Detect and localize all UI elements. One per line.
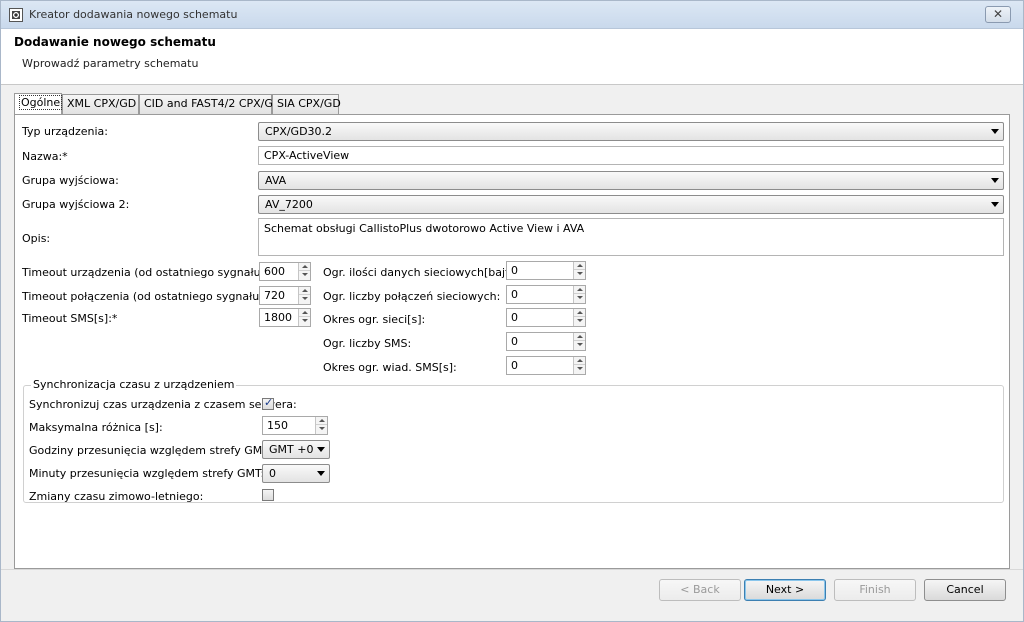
sms-limit-period-spinner[interactable]: 0: [506, 356, 586, 375]
device-type-value: CPX/GD30.2: [265, 125, 333, 138]
dst-checkbox[interactable]: [262, 489, 274, 501]
output-group2-select[interactable]: AV_7200: [258, 195, 1004, 214]
next-button[interactable]: Next >: [744, 579, 826, 601]
net-limit-period-spinner[interactable]: 0: [506, 308, 586, 327]
page-subtitle: Wprowadź parametry schematu: [22, 57, 199, 70]
device-timeout-label: Timeout urządzenia (od ostatniego sygnał…: [22, 266, 289, 279]
spin-up-icon[interactable]: [574, 333, 585, 341]
tab-xml-cpx-gd[interactable]: XML CPX/GD: [62, 94, 139, 114]
window-title: Kreator dodawania nowego schematu: [29, 8, 238, 21]
device-timeout-spinner[interactable]: 600: [259, 262, 311, 281]
chevron-down-icon: [991, 202, 999, 207]
wizard-window: Kreator dodawania nowego schematu ✕ Doda…: [0, 0, 1024, 622]
sms-timeout-spinner[interactable]: 1800: [259, 308, 311, 327]
dst-label: Zmiany czasu zimowo-letniego:: [29, 490, 204, 503]
sms-timeout-value: 1800: [264, 311, 292, 324]
device-timeout-value: 600: [264, 265, 285, 278]
wizard-header: Dodawanie nowego schematu Wprowadź param…: [1, 29, 1023, 85]
time-sync-group-title: Synchronizacja czasu z urządzeniem: [31, 378, 237, 391]
sms-limit-period-value: 0: [511, 359, 518, 372]
sms-limit-value: 0: [511, 335, 518, 348]
sms-timeout-label: Timeout SMS[s]:*: [22, 312, 118, 325]
chevron-down-icon: [317, 471, 325, 476]
gmt-hours-select[interactable]: GMT +0: [262, 440, 330, 459]
connection-timeout-value: 720: [264, 289, 285, 302]
tab-cid-fast[interactable]: CID and FAST4/2 CPX/GD: [139, 94, 281, 114]
name-label: Nazwa:*: [22, 150, 68, 163]
net-conn-limit-label: Ogr. liczby połączeń sieciowych:: [323, 290, 501, 303]
back-button[interactable]: < Back: [659, 579, 741, 601]
description-field[interactable]: Schemat obsługi CallistoPlus dwotorowo A…: [258, 218, 1004, 256]
spin-down-icon[interactable]: [299, 271, 310, 279]
finish-button[interactable]: Finish: [834, 579, 916, 601]
connection-timeout-label: Timeout połączenia (od ostatniego sygnał…: [22, 290, 288, 303]
title-bar: Kreator dodawania nowego schematu ✕: [1, 1, 1023, 29]
output-group-select[interactable]: AVA: [258, 171, 1004, 190]
output-group2-value: AV_7200: [265, 198, 313, 211]
gmt-hours-label: Godziny przesunięcia względem strefy GMT…: [29, 444, 272, 457]
button-bar: < Back Next > Finish Cancel: [1, 569, 1023, 621]
output-group2-label: Grupa wyjściowa 2:: [22, 198, 130, 211]
spin-down-icon[interactable]: [299, 317, 310, 325]
gmt-minutes-value: 0: [269, 467, 276, 480]
description-label: Opis:: [22, 232, 51, 245]
spin-up-icon[interactable]: [299, 309, 310, 317]
output-group-label: Grupa wyjściowa:: [22, 174, 119, 187]
app-icon: [9, 8, 23, 22]
spin-down-icon[interactable]: [574, 317, 585, 325]
chevron-down-icon: [317, 447, 325, 452]
device-type-select[interactable]: CPX/GD30.2: [258, 122, 1004, 141]
max-diff-spinner[interactable]: 150: [262, 416, 328, 435]
spin-up-icon[interactable]: [316, 417, 327, 425]
spin-down-icon[interactable]: [574, 270, 585, 278]
connection-timeout-spinner[interactable]: 720: [259, 286, 311, 305]
gmt-hours-value: GMT +0: [269, 443, 314, 456]
spin-up-icon[interactable]: [574, 286, 585, 294]
spin-up-icon[interactable]: [574, 262, 585, 270]
cancel-button[interactable]: Cancel: [924, 579, 1006, 601]
spin-down-icon[interactable]: [574, 341, 585, 349]
net-data-limit-spinner[interactable]: 0: [506, 261, 586, 280]
net-data-limit-label: Ogr. ilości danych sieciowych[bajty]:: [323, 266, 524, 279]
sms-limit-spinner[interactable]: 0: [506, 332, 586, 351]
net-conn-limit-value: 0: [511, 288, 518, 301]
spin-up-icon[interactable]: [299, 287, 310, 295]
spin-down-icon[interactable]: [316, 425, 327, 433]
output-group-value: AVA: [265, 174, 287, 187]
max-diff-value: 150: [267, 419, 288, 432]
sync-time-checkbox[interactable]: [262, 396, 274, 410]
spin-down-icon[interactable]: [574, 294, 585, 302]
net-limit-period-label: Okres ogr. sieci[s]:: [323, 313, 426, 326]
spin-up-icon[interactable]: [574, 357, 585, 365]
page-title: Dodawanie nowego schematu: [14, 35, 216, 49]
net-data-limit-value: 0: [511, 264, 518, 277]
spin-down-icon[interactable]: [574, 365, 585, 373]
spin-down-icon[interactable]: [299, 295, 310, 303]
chevron-down-icon: [991, 178, 999, 183]
name-field[interactable]: CPX-ActiveView: [258, 146, 1004, 165]
chevron-down-icon: [991, 129, 999, 134]
tab-sia-cpx-gd[interactable]: SIA CPX/GD: [272, 94, 341, 114]
close-button[interactable]: ✕: [985, 6, 1011, 23]
net-limit-period-value: 0: [511, 311, 518, 324]
tab-general[interactable]: Ogólne: [14, 93, 63, 114]
gmt-minutes-select[interactable]: 0: [262, 464, 330, 483]
sms-limit-period-label: Okres ogr. wiad. SMS[s]:: [323, 361, 457, 374]
spin-up-icon[interactable]: [299, 263, 310, 271]
general-panel: Typ urządzenia: CPX/GD30.2 Nazwa:* CPX-A…: [14, 114, 1010, 569]
sms-limit-label: Ogr. liczby SMS:: [323, 337, 412, 350]
net-conn-limit-spinner[interactable]: 0: [506, 285, 586, 304]
gmt-minutes-label: Minuty przesunięcia względem strefy GMT:: [29, 467, 265, 480]
device-type-label: Typ urządzenia:: [22, 125, 109, 138]
spin-up-icon[interactable]: [574, 309, 585, 317]
sync-time-label: Synchronizuj czas urządzenia z czasem se…: [29, 398, 297, 411]
max-diff-label: Maksymalna różnica [s]:: [29, 421, 163, 434]
